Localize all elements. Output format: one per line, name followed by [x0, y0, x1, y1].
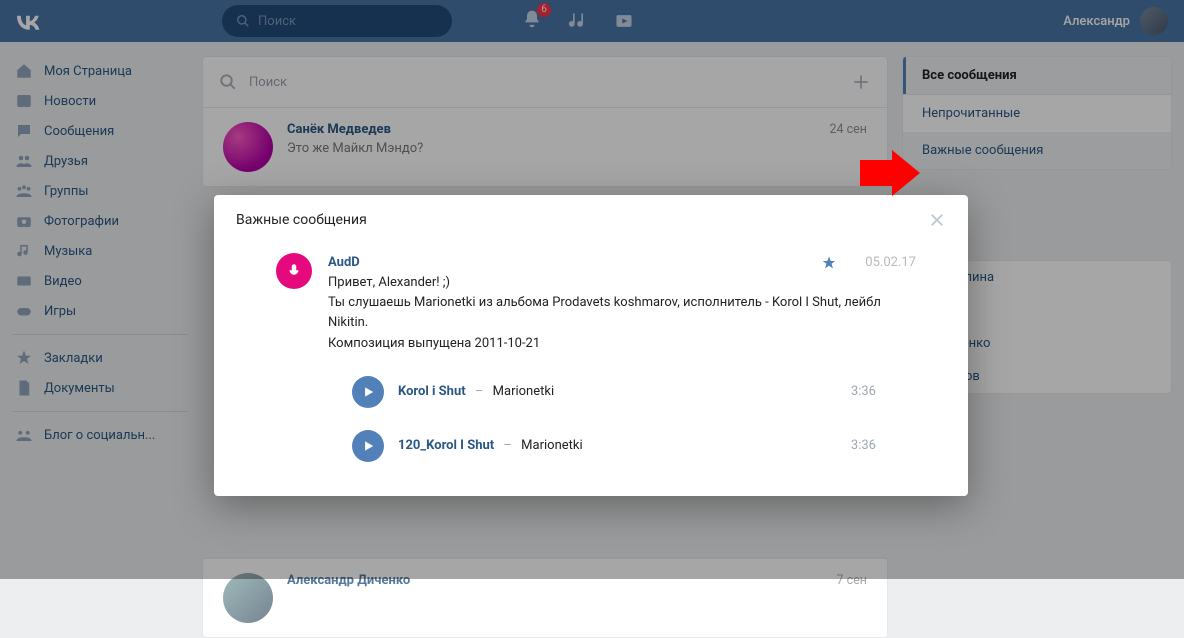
- modal-title: Важные сообщения: [236, 212, 367, 228]
- play-button[interactable]: [352, 376, 384, 408]
- audio-attachment[interactable]: 120_Korol I Shut – Marionetki 3:36: [328, 430, 916, 462]
- message-date: 05.02.17: [865, 253, 916, 273]
- sender-avatar[interactable]: [276, 253, 312, 289]
- audio-duration: 3:36: [851, 382, 876, 402]
- star-icon[interactable]: [821, 255, 837, 271]
- audio-title: Marionetki: [521, 438, 582, 453]
- audio-attachment[interactable]: Korol i Shut – Marionetki 3:36: [328, 376, 916, 408]
- message-item: AudD 05.02.17 Привет, Alexander! ;) Ты с…: [214, 253, 968, 462]
- play-button[interactable]: [352, 430, 384, 462]
- audio-artist[interactable]: 120_Korol I Shut: [398, 438, 494, 453]
- audio-title: Marionetki: [493, 384, 554, 399]
- message-text-line: Ты слушаешь Marionetki из альбома Prodav…: [328, 293, 916, 333]
- close-button[interactable]: [928, 211, 946, 229]
- message-text-line: Привет, Alexander! ;): [328, 273, 916, 293]
- important-messages-modal: Важные сообщения AudD 05.02.17 Привет, A…: [214, 195, 968, 496]
- microphone-icon: [285, 262, 303, 280]
- audio-duration: 3:36: [851, 436, 876, 456]
- message-sender[interactable]: AudD: [328, 253, 360, 273]
- audio-artist[interactable]: Korol i Shut: [398, 384, 466, 399]
- message-text-line: Композиция выпущена 2011-10-21: [328, 334, 916, 354]
- avatar: [223, 573, 273, 623]
